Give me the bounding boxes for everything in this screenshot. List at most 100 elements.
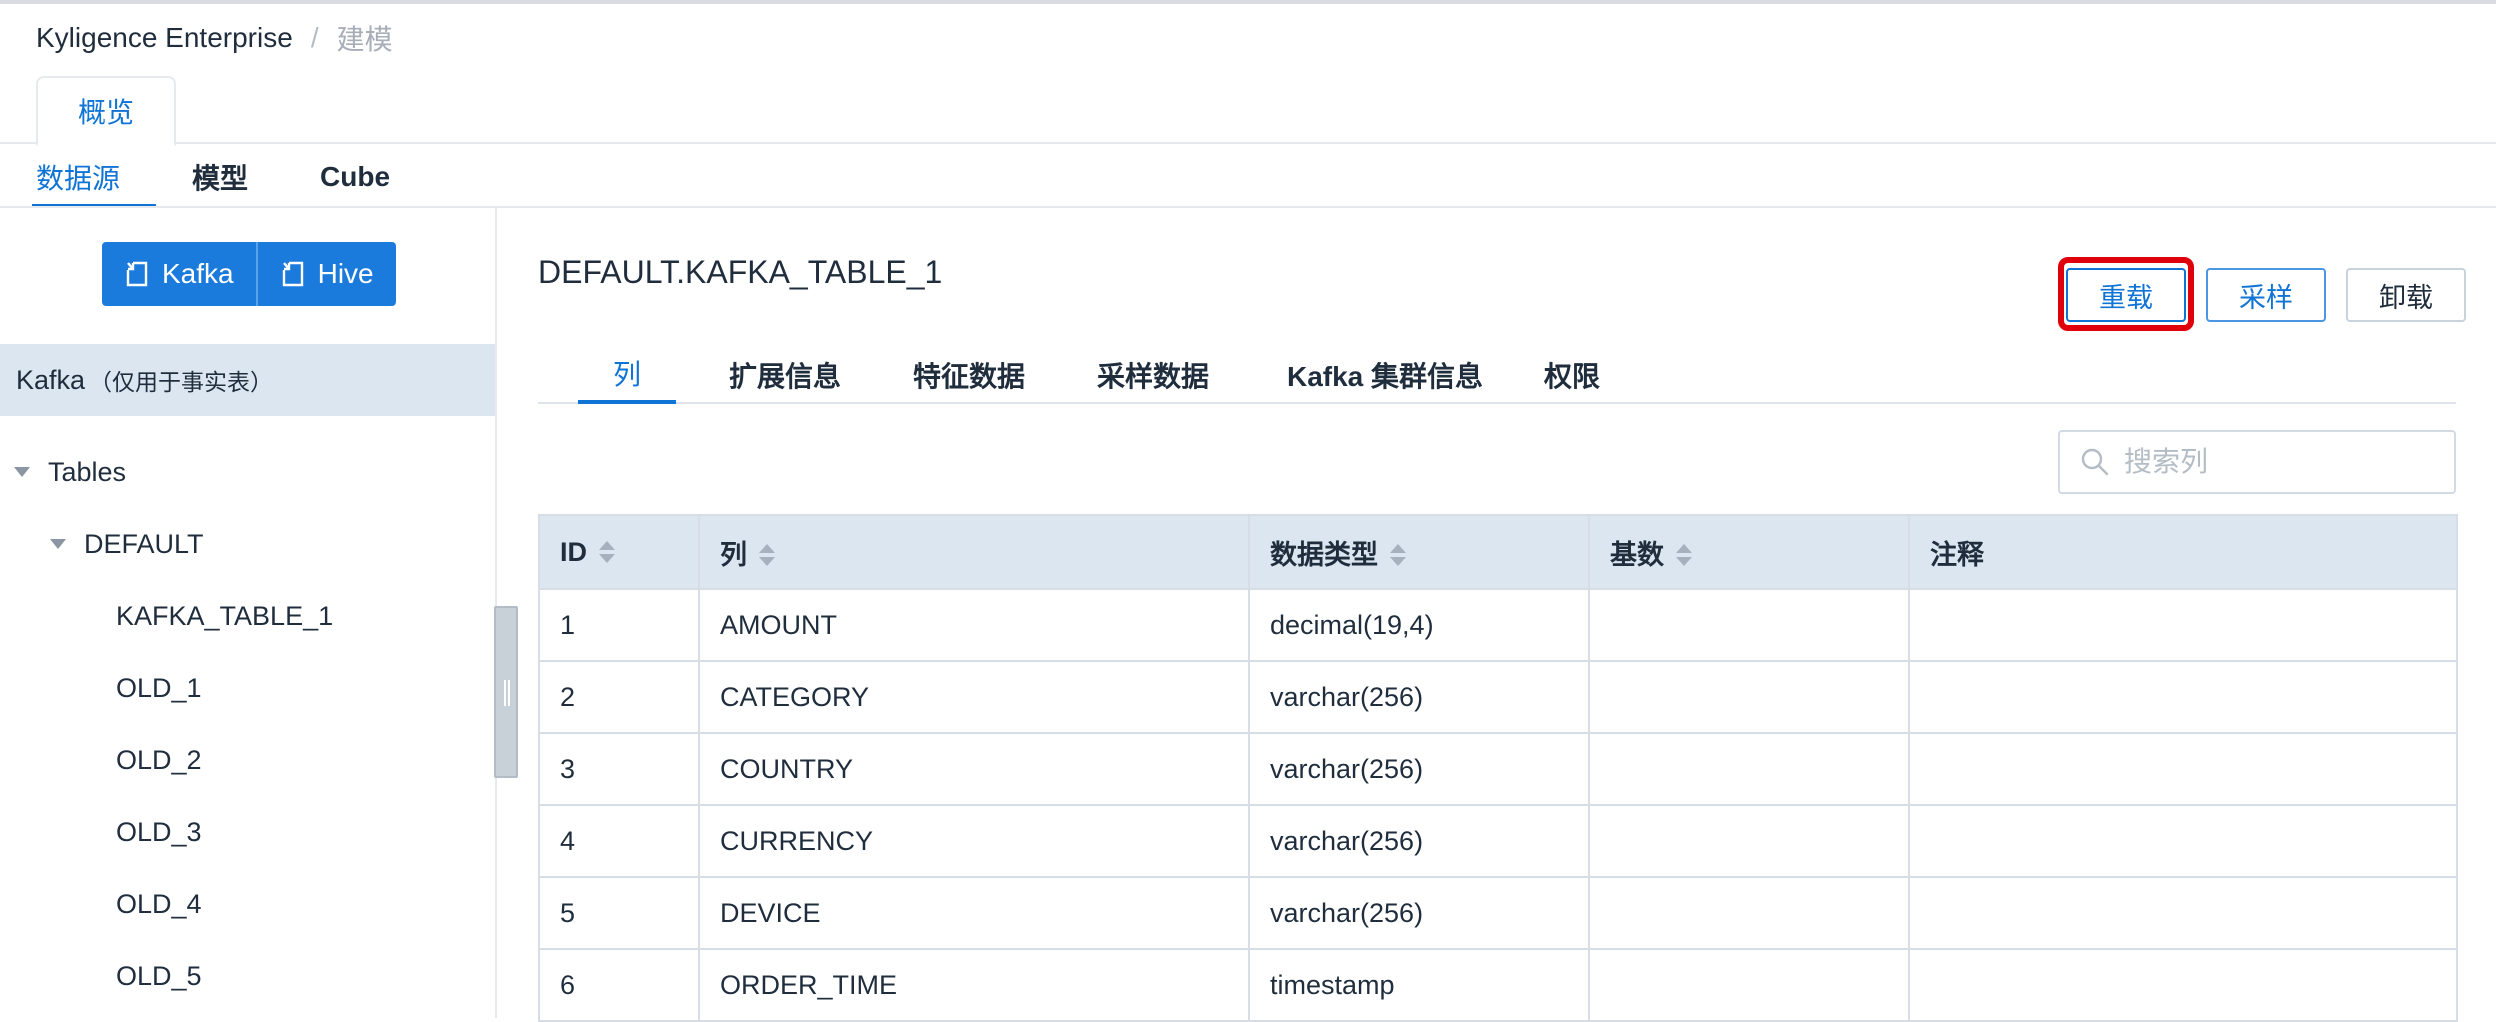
- search-icon: [2081, 448, 2109, 476]
- search-box[interactable]: [2058, 430, 2456, 494]
- datasource-panel: Kafka Hive Kafka （仅用于事实表） Tables DEFAULT…: [0, 208, 497, 1018]
- header-comment: 注释: [1908, 514, 2458, 590]
- cell-comment: [1908, 804, 2458, 878]
- panel-resize-handle[interactable]: [494, 606, 518, 778]
- breadcrumb: Kyligence Enterprise / 建模: [36, 18, 393, 58]
- header-label: 数据类型: [1270, 539, 1378, 570]
- cell-comment: [1908, 948, 2458, 1022]
- reload-button[interactable]: 重载: [2066, 268, 2186, 322]
- nav-cube[interactable]: Cube: [320, 146, 390, 208]
- search-columns-input[interactable]: [2124, 446, 2444, 478]
- cell-column: COUNTRY: [698, 732, 1250, 806]
- cell-data-type: decimal(19,4): [1248, 588, 1590, 662]
- tab-sample-data[interactable]: 采样数据: [1074, 346, 1232, 404]
- cell-cardinality: [1588, 732, 1910, 806]
- table-row: 3 COUNTRY varchar(256): [538, 732, 2458, 806]
- header-cardinality[interactable]: 基数: [1588, 514, 1910, 590]
- load-table-icon: [126, 261, 148, 287]
- tab-extended-info[interactable]: 扩展信息: [706, 346, 864, 404]
- header-column[interactable]: 列: [698, 514, 1250, 590]
- table-row: 2 CATEGORY varchar(256): [538, 660, 2458, 734]
- tab-permissions[interactable]: 权限: [1526, 346, 1618, 404]
- breadcrumb-app[interactable]: Kyligence Enterprise: [36, 22, 293, 54]
- detail-tabs: 列 扩展信息 特征数据 采样数据 Kafka 集群信息 权限: [538, 346, 2456, 404]
- cell-column: AMOUNT: [698, 588, 1250, 662]
- header-data-type[interactable]: 数据类型: [1248, 514, 1590, 590]
- table-row: 5 DEVICE varchar(256): [538, 876, 2458, 950]
- caret-down-icon[interactable]: [50, 539, 66, 549]
- tab-statistics[interactable]: 特征数据: [890, 346, 1048, 404]
- table-row: 4 CURRENCY varchar(256): [538, 804, 2458, 878]
- table-row: 6 ORDER_TIME timestamp: [538, 948, 2458, 1022]
- cell-id: 3: [538, 732, 700, 806]
- kafka-source-label: Kafka: [16, 364, 86, 395]
- cell-id: 1: [538, 588, 700, 662]
- cell-column: DEVICE: [698, 876, 1250, 950]
- tree-table-item[interactable]: OLD_3: [116, 812, 202, 852]
- tab-overview[interactable]: 概览: [36, 76, 176, 146]
- page-tab-bar: 概览: [0, 76, 2496, 146]
- cell-data-type: varchar(256): [1248, 804, 1590, 878]
- cell-id: 6: [538, 948, 700, 1022]
- cell-data-type: varchar(256): [1248, 660, 1590, 734]
- nav-model[interactable]: 模型: [192, 146, 248, 208]
- tree-table-item[interactable]: OLD_4: [116, 884, 202, 924]
- header-label: 基数: [1610, 539, 1664, 570]
- nav-datasource[interactable]: 数据源: [31, 146, 157, 208]
- cell-comment: [1908, 876, 2458, 950]
- sort-icon[interactable]: [599, 541, 615, 565]
- tree-table-item[interactable]: OLD_1: [116, 668, 202, 708]
- cell-cardinality: [1588, 588, 1910, 662]
- sort-icon[interactable]: [759, 544, 775, 568]
- cell-id: 2: [538, 660, 700, 734]
- kafka-source-note: （仅用于事实表）: [89, 369, 274, 395]
- header-id[interactable]: ID: [538, 514, 700, 590]
- tree-node-label: Tables: [48, 456, 127, 487]
- load-hive-label: Hive: [317, 258, 374, 289]
- cell-cardinality: [1588, 948, 1910, 1022]
- cell-column: ORDER_TIME: [698, 948, 1250, 1022]
- cell-cardinality: [1588, 660, 1910, 734]
- cell-comment: [1908, 588, 2458, 662]
- sort-icon[interactable]: [1390, 544, 1406, 568]
- cell-cardinality: [1588, 876, 1910, 950]
- load-kafka-button[interactable]: Kafka: [102, 242, 256, 306]
- columns-table: ID 列 数据类型 基数 注释 1 AMOUNT decimal(19,4) 2…: [538, 514, 2458, 1022]
- tree-table-item[interactable]: OLD_5: [116, 956, 202, 996]
- cell-data-type: varchar(256): [1248, 732, 1590, 806]
- tab-columns[interactable]: 列: [578, 346, 676, 404]
- caret-down-icon[interactable]: [14, 467, 30, 477]
- cell-data-type: varchar(256): [1248, 876, 1590, 950]
- sort-icon[interactable]: [1676, 544, 1692, 568]
- cell-comment: [1908, 732, 2458, 806]
- sample-button[interactable]: 采样: [2206, 268, 2326, 322]
- cell-cardinality: [1588, 804, 1910, 878]
- load-table-icon: [282, 261, 303, 287]
- tab-kafka-cluster[interactable]: Kafka 集群信息: [1264, 346, 1506, 404]
- cell-column: CATEGORY: [698, 660, 1250, 734]
- top-border: [0, 0, 2496, 4]
- source-button-group: Kafka Hive: [102, 242, 396, 306]
- kafka-source-header[interactable]: Kafka （仅用于事实表）: [0, 344, 495, 416]
- tree-table-item[interactable]: OLD_2: [116, 740, 202, 780]
- breadcrumb-current: 建模: [336, 24, 393, 55]
- cell-id: 5: [538, 876, 700, 950]
- cell-column: CURRENCY: [698, 804, 1250, 878]
- header-label: 列: [720, 539, 747, 570]
- load-hive-button[interactable]: Hive: [255, 242, 396, 306]
- cell-id: 4: [538, 804, 700, 878]
- header-label: ID: [560, 536, 587, 567]
- table-row: 1 AMOUNT decimal(19,4): [538, 588, 2458, 662]
- tree-node-tables[interactable]: Tables: [14, 452, 126, 492]
- load-kafka-label: Kafka: [162, 258, 234, 289]
- table-header-row: ID 列 数据类型 基数 注释: [538, 514, 2458, 590]
- tree-node-database[interactable]: DEFAULT: [50, 524, 204, 564]
- header-label: 注释: [1930, 539, 1984, 570]
- module-nav: 数据源 模型 Cube: [31, 146, 462, 208]
- breadcrumb-separator: /: [310, 22, 319, 53]
- unload-button[interactable]: 卸载: [2346, 268, 2466, 322]
- tree-node-label: DEFAULT: [84, 528, 204, 559]
- cell-data-type: timestamp: [1248, 948, 1590, 1022]
- cell-comment: [1908, 660, 2458, 734]
- tree-table-item[interactable]: KAFKA_TABLE_1: [116, 596, 333, 636]
